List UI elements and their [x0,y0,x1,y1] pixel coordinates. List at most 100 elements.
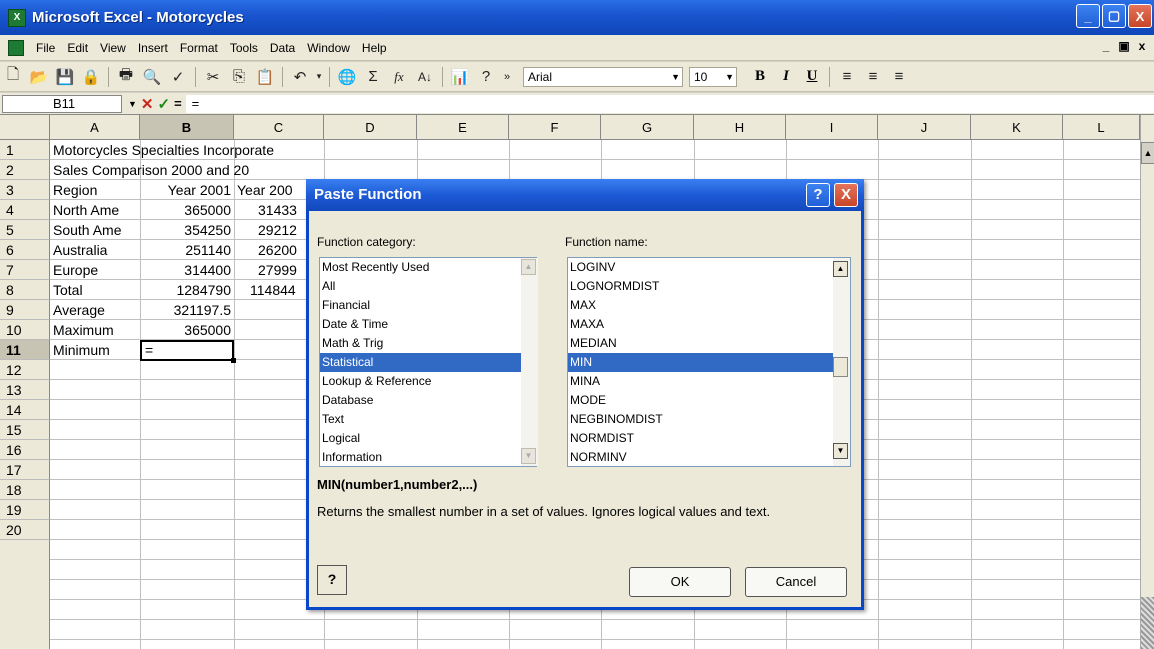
font-size-select[interactable]: 10 ▼ [689,66,737,87]
dialog-title-bar[interactable]: Paste Function ? X [306,179,864,211]
column-header-a[interactable]: A [50,115,140,140]
menu-window[interactable]: Window [301,41,356,55]
paste-function-icon[interactable]: fx [387,66,411,88]
toolbar-options-icon[interactable]: » [500,66,514,88]
open-icon[interactable]: 📂 [27,66,51,88]
list-item[interactable]: LOGNORMDIST [568,277,850,296]
row-header-2[interactable]: 2 [0,160,50,180]
cell-a3[interactable]: Region [50,180,140,200]
hyperlink-icon[interactable]: 🌐 [335,66,359,88]
cell-a10[interactable]: Maximum [50,320,140,340]
new-icon[interactable]: 🗋 [1,66,25,88]
row-header-9[interactable]: 9 [0,300,50,320]
column-header-j[interactable]: J [878,115,971,140]
autosum-icon[interactable]: Σ [361,66,385,88]
permission-icon[interactable]: 🔒 [79,66,103,88]
list-item[interactable]: MEDIAN [568,334,850,353]
print-icon[interactable]: 🖶 [114,66,138,88]
italic-button[interactable]: I [775,68,797,85]
list-item[interactable]: MODE [568,391,850,410]
cancel-icon[interactable]: ✕ [141,95,154,113]
excel-app-icon[interactable]: X [8,8,26,27]
cell-b10[interactable]: 365000 [140,320,234,340]
list-item[interactable]: All [320,277,536,296]
function-scroll-up-icon[interactable]: ▲ [833,261,848,277]
list-item[interactable]: Logical [320,429,536,448]
cell-b6[interactable]: 251140 [140,240,234,260]
select-all-corner[interactable] [0,115,50,140]
list-item[interactable]: Date & Time [320,315,536,334]
spelling-icon[interactable]: ✓ [166,66,190,88]
list-item[interactable]: Financial [320,296,536,315]
vertical-scrollbar[interactable]: ▲ [1140,115,1154,649]
name-box-dropdown-icon[interactable]: ▼ [128,99,137,109]
list-item[interactable]: NORMDIST [568,429,850,448]
column-header-i[interactable]: I [786,115,878,140]
cell-a9[interactable]: Average [50,300,140,320]
row-header-10[interactable]: 10 [0,320,50,340]
menu-view[interactable]: View [94,41,132,55]
column-header-h[interactable]: H [694,115,786,140]
list-item[interactable]: Information [320,448,536,466]
list-item[interactable]: LOGINV [568,258,850,277]
list-item[interactable]: Lookup & Reference [320,372,536,391]
align-left-icon[interactable]: ≡ [835,66,859,88]
function-scroll-thumb[interactable] [833,357,848,377]
category-scrollbar[interactable] [521,258,538,466]
scroll-up-icon[interactable]: ▲ [1141,142,1154,164]
dialog-close-button[interactable]: X [834,183,858,207]
list-item[interactable]: NORMINV [568,448,850,466]
list-item[interactable]: Math & Trig [320,334,536,353]
row-header-16[interactable]: 16 [0,440,50,460]
function-name-list[interactable]: LOGINV LOGNORMDIST MAX MAXA MEDIAN MIN M… [567,257,851,467]
cell-b3[interactable]: Year 2001 [140,180,234,200]
cell-a11[interactable]: Minimum [50,340,140,360]
row-header-13[interactable]: 13 [0,380,50,400]
enter-icon[interactable]: ✓ [158,95,171,113]
cell-b9[interactable]: 321197.5 [140,300,234,320]
column-header-l[interactable]: L [1063,115,1140,140]
row-header-19[interactable]: 19 [0,500,50,520]
doc-close-button[interactable]: x [1134,39,1150,53]
cancel-button[interactable]: Cancel [745,567,847,597]
list-item[interactable]: Text [320,410,536,429]
cell-a2[interactable]: Sales Comparison 2000 and 20 [50,160,324,180]
cell-b7[interactable]: 314400 [140,260,234,280]
row-header-15[interactable]: 15 [0,420,50,440]
row-header-17[interactable]: 17 [0,460,50,480]
help-icon[interactable]: ? [474,66,498,88]
row-header-14[interactable]: 14 [0,400,50,420]
copy-icon[interactable]: ⎘ [227,66,251,88]
list-item[interactable]: Most Recently Used [320,258,536,277]
undo-icon[interactable]: ↶ [288,66,312,88]
row-header-8[interactable]: 8 [0,280,50,300]
column-header-c[interactable]: C [234,115,324,140]
align-center-icon[interactable]: ≡ [861,66,885,88]
cut-icon[interactable]: ✂ [201,66,225,88]
row-header-6[interactable]: 6 [0,240,50,260]
cell-a1[interactable]: Motorcycles Specialties Incorporate [50,140,430,160]
list-item[interactable]: NEGBINOMDIST [568,410,850,429]
cell-b8[interactable]: 1284790 [140,280,234,300]
list-item[interactable]: Database [320,391,536,410]
row-header-1[interactable]: 1 [0,140,50,160]
paste-icon[interactable]: 📋 [253,66,277,88]
cell-b5[interactable]: 354250 [140,220,234,240]
category-scroll-down-icon[interactable]: ▼ [521,448,536,464]
function-category-list[interactable]: Most Recently Used All Financial Date & … [319,257,537,467]
row-header-3[interactable]: 3 [0,180,50,200]
doc-restore-button[interactable]: ▣ [1116,39,1132,53]
office-assistant-help-button[interactable]: ? [317,565,347,595]
chevron-down-icon[interactable]: ▼ [725,68,734,86]
bold-button[interactable]: B [749,68,771,85]
align-right-icon[interactable]: ≡ [887,66,911,88]
name-box[interactable]: B11 [2,94,122,113]
cell-a7[interactable]: Europe [50,260,140,280]
ok-button[interactable]: OK [629,567,731,597]
row-header-18[interactable]: 18 [0,480,50,500]
underline-button[interactable]: U [801,68,823,85]
font-name-select[interactable]: Arial ▼ [523,66,683,87]
cell-a6[interactable]: Australia [50,240,140,260]
cell-a4[interactable]: North Ame [50,200,140,220]
menu-insert[interactable]: Insert [132,41,174,55]
